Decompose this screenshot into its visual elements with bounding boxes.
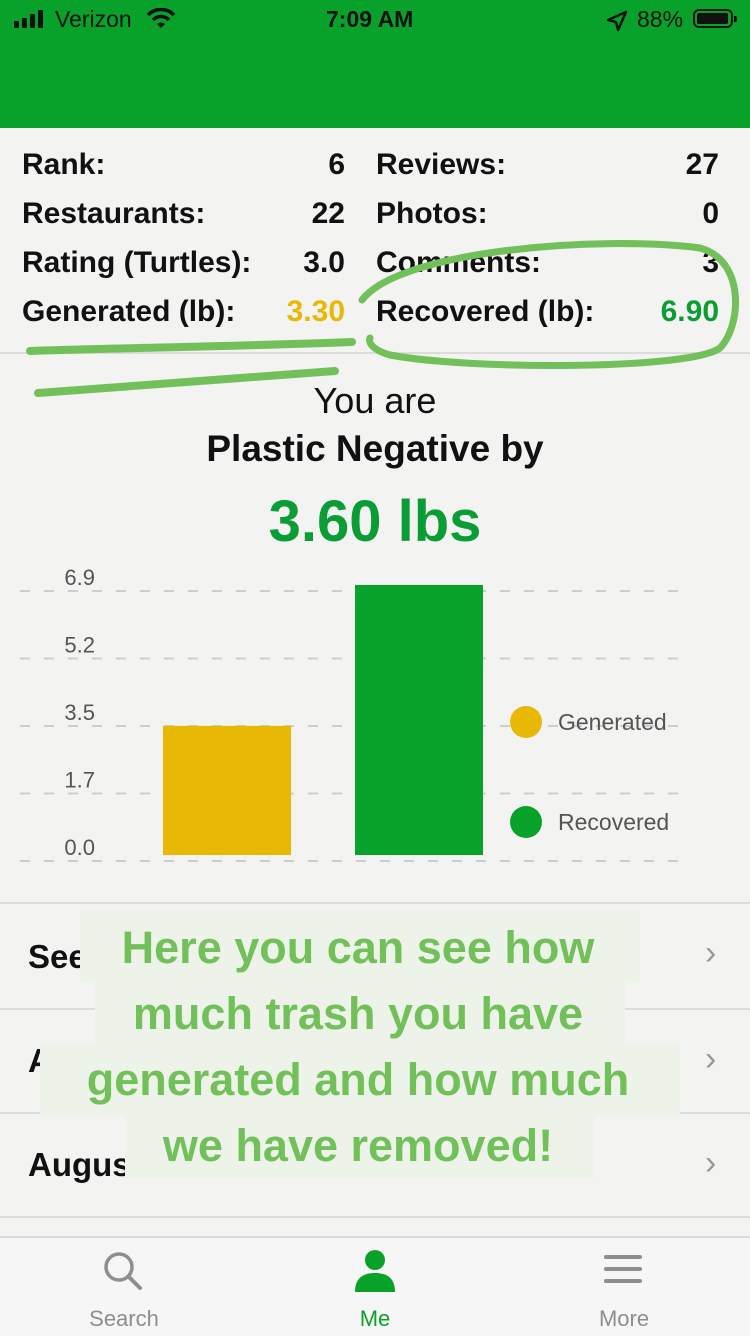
carrier-name: Verizon	[55, 6, 132, 32]
menu-icon	[604, 1255, 642, 1283]
summary-line-2: Plastic Negative by	[206, 428, 544, 469]
annotation-line-4: we have removed!	[162, 1120, 554, 1171]
bar-recovered	[355, 585, 483, 855]
reviews-label: Reviews:	[376, 148, 507, 181]
signal-icon	[14, 10, 43, 28]
location-arrow-icon	[606, 10, 628, 32]
person-icon	[355, 1250, 395, 1292]
tab-bar: Search Me More	[0, 1236, 750, 1336]
rank-value: 6	[328, 148, 345, 181]
y-tick-label: 1.7	[64, 768, 95, 793]
photos-value: 0	[702, 197, 719, 230]
restaurants-label: Restaurants:	[22, 197, 206, 230]
photos-label: Photos:	[376, 197, 488, 230]
battery-percent: 88%	[637, 6, 684, 32]
plastic-chart: 6.9 5.2 3.5 1.7 0.0 Generated Recovered	[0, 560, 750, 880]
bar-chart: 6.9 5.2 3.5 1.7 0.0 Generated Recovered	[20, 565, 690, 862]
y-tick-label: 0.0	[64, 835, 95, 860]
plastic-negative-amount: 3.60 lbs	[268, 489, 482, 554]
tab-me-label: Me	[359, 1306, 391, 1331]
annotation-line-1: Here you can see how	[121, 922, 595, 973]
y-tick-label: 6.9	[64, 565, 95, 590]
legend-label: Generated	[558, 709, 667, 735]
restaurants-value: 22	[311, 197, 345, 230]
rank-label: Rank:	[22, 148, 106, 181]
tab-me[interactable]: Me	[295, 1238, 455, 1334]
battery-icon	[693, 9, 737, 28]
reviews-value: 27	[685, 148, 719, 181]
status-bar: Verizon 7:09 AM 88%	[0, 0, 750, 40]
legend-dot	[510, 806, 542, 838]
tab-more[interactable]: More	[544, 1238, 704, 1334]
tab-search-label: Search	[89, 1306, 159, 1331]
legend-label: Recovered	[558, 809, 669, 835]
clock: 7:09 AM	[326, 6, 414, 32]
search-icon	[104, 1252, 142, 1290]
tab-more-label: More	[598, 1306, 650, 1331]
row-divider-3	[0, 1216, 750, 1218]
legend-dot	[510, 706, 542, 738]
wifi-icon	[146, 8, 176, 28]
summary-line-1: You are	[313, 380, 437, 421]
annotation-line-2: much trash you have	[132, 988, 584, 1039]
y-tick-label: 5.2	[64, 633, 95, 658]
tab-search[interactable]: Search	[44, 1238, 204, 1334]
y-tick-label: 3.5	[64, 700, 95, 725]
bar-generated	[163, 725, 291, 855]
annotation-line-3: generated and how much	[86, 1054, 630, 1105]
